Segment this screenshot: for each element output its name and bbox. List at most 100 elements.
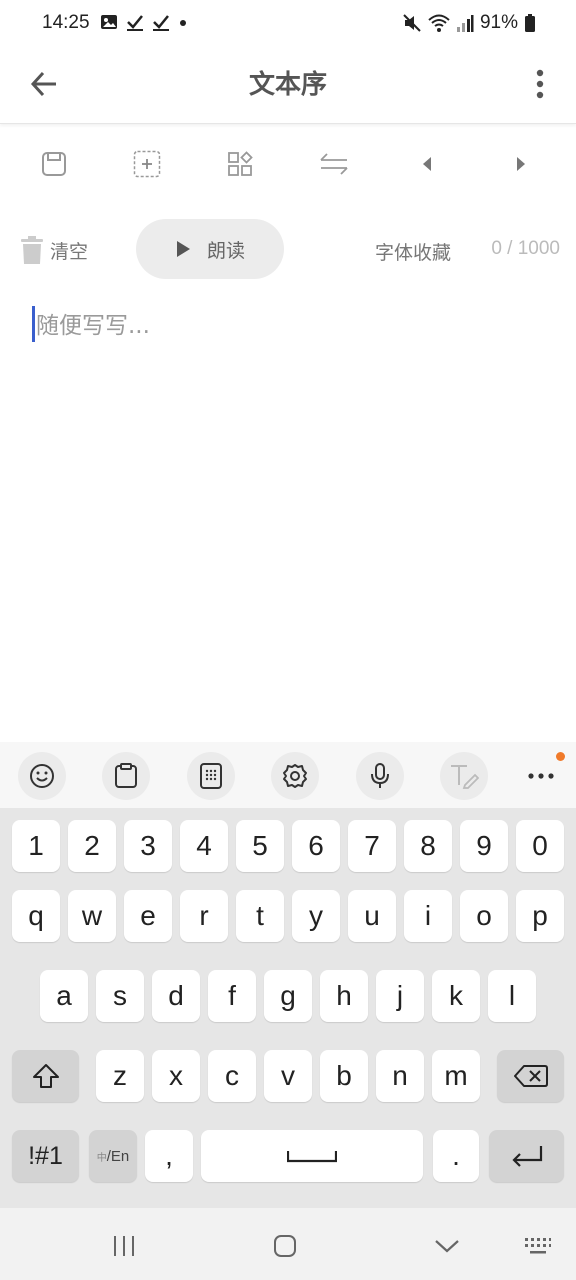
key-c[interactable]: c <box>208 1050 256 1102</box>
key-m[interactable]: m <box>432 1050 480 1102</box>
key-k[interactable]: k <box>432 970 480 1022</box>
key-i[interactable]: i <box>404 890 452 942</box>
layout-button[interactable] <box>220 144 260 184</box>
key-6[interactable]: 6 <box>292 820 340 872</box>
key-b[interactable]: b <box>320 1050 368 1102</box>
handwriting-button[interactable] <box>440 752 488 800</box>
key-s[interactable]: s <box>96 970 144 1022</box>
more-horizontal-icon <box>528 773 554 779</box>
space-key[interactable] <box>201 1130 423 1182</box>
soft-keyboard: 1 2 3 4 5 6 7 8 9 0 q w e r t y u i o p … <box>0 742 576 1280</box>
home-button[interactable] <box>265 1226 305 1266</box>
settings-icon <box>283 764 307 788</box>
more-options-button[interactable] <box>530 64 550 104</box>
key-o[interactable]: o <box>460 890 508 942</box>
clear-button[interactable]: 清空 <box>20 232 88 268</box>
recent-apps-icon <box>114 1236 134 1256</box>
shift-icon <box>32 1064 59 1088</box>
clear-label: 清空 <box>50 240 89 263</box>
save-icon <box>42 152 66 176</box>
key-u[interactable]: u <box>348 890 396 942</box>
swap-button[interactable] <box>314 144 354 184</box>
app-bar: 文本序 <box>0 48 576 124</box>
language-switch-key[interactable]: 中/En <box>89 1130 137 1182</box>
action-row: 清空 朗读 字体收藏 0 / 1000 <box>0 218 576 282</box>
key-n[interactable]: n <box>376 1050 424 1102</box>
period-key[interactable]: . <box>433 1130 479 1182</box>
read-aloud-button[interactable]: 朗读 <box>136 219 284 279</box>
play-icon <box>176 241 190 257</box>
key-5[interactable]: 5 <box>236 820 284 872</box>
key-7[interactable]: 7 <box>348 820 396 872</box>
notification-dot <box>556 752 565 761</box>
next-button[interactable] <box>501 144 541 184</box>
status-time: 14:25 <box>42 12 90 33</box>
emoji-button[interactable] <box>18 752 66 800</box>
add-box-icon <box>133 150 161 178</box>
key-a[interactable]: a <box>40 970 88 1022</box>
key-p[interactable]: p <box>516 890 564 942</box>
key-r[interactable]: r <box>180 890 228 942</box>
keyboard-icon <box>525 1238 551 1254</box>
backspace-key[interactable] <box>497 1050 564 1102</box>
key-1[interactable]: 1 <box>12 820 60 872</box>
enter-key[interactable] <box>489 1130 564 1182</box>
key-2[interactable]: 2 <box>68 820 116 872</box>
key-q[interactable]: q <box>12 890 60 942</box>
voice-input-button[interactable] <box>356 752 404 800</box>
nav-back-button[interactable] <box>427 1226 467 1266</box>
keyboard-hide-button[interactable] <box>518 1226 558 1266</box>
key-j[interactable]: j <box>376 970 424 1022</box>
key-y[interactable]: y <box>292 890 340 942</box>
comma-key[interactable]: , <box>145 1130 193 1182</box>
key-g[interactable]: g <box>264 970 312 1022</box>
triangle-left-icon <box>423 157 431 171</box>
previous-button[interactable] <box>407 144 447 184</box>
key-f[interactable]: f <box>208 970 256 1022</box>
keypad-button[interactable] <box>187 752 235 800</box>
key-h[interactable]: h <box>320 970 368 1022</box>
key-4[interactable]: 4 <box>180 820 228 872</box>
enter-icon <box>511 1146 542 1167</box>
status-bar: 14:25 91% <box>0 0 576 48</box>
key-0[interactable]: 0 <box>516 820 564 872</box>
read-aloud-label: 朗读 <box>206 239 245 262</box>
key-d[interactable]: d <box>152 970 200 1022</box>
key-v[interactable]: v <box>264 1050 312 1102</box>
back-chevron-icon <box>435 1240 459 1253</box>
font-favorites-link[interactable]: 字体收藏 <box>375 238 451 265</box>
recent-apps-button[interactable] <box>104 1226 144 1266</box>
key-3[interactable]: 3 <box>124 820 172 872</box>
key-l[interactable]: l <box>488 970 536 1022</box>
key-x[interactable]: x <box>152 1050 200 1102</box>
lang-main-label: /En <box>106 1147 130 1165</box>
add-block-button[interactable] <box>127 144 167 184</box>
character-counter: 0 / 1000 <box>491 238 560 259</box>
triangle-right-icon <box>517 157 525 171</box>
text-cursor <box>32 306 35 342</box>
editor-toolbar <box>0 134 576 194</box>
key-w[interactable]: w <box>68 890 116 942</box>
save-button[interactable] <box>34 144 74 184</box>
page-title: 文本序 <box>248 70 327 100</box>
key-8[interactable]: 8 <box>404 820 452 872</box>
clipboard-button[interactable] <box>102 752 150 800</box>
key-t[interactable]: t <box>236 890 284 942</box>
text-edit-icon <box>451 765 479 789</box>
keyboard-settings-button[interactable] <box>271 752 319 800</box>
key-9[interactable]: 9 <box>460 820 508 872</box>
key-z[interactable]: z <box>96 1050 144 1102</box>
space-icon <box>287 1151 337 1163</box>
key-e[interactable]: e <box>124 890 172 942</box>
text-editor[interactable]: 随便写写... <box>0 300 576 740</box>
shift-key[interactable] <box>12 1050 79 1102</box>
lang-small-label: 中 <box>96 1152 107 1164</box>
mute-icon <box>403 14 421 32</box>
check-icon <box>127 15 143 31</box>
backspace-icon <box>513 1065 548 1087</box>
image-icon <box>101 15 117 29</box>
system-nav-bar <box>0 1208 576 1280</box>
symbols-key[interactable]: !#1 <box>12 1130 79 1182</box>
grid-shapes-icon <box>228 151 253 176</box>
trash-icon <box>21 236 43 264</box>
